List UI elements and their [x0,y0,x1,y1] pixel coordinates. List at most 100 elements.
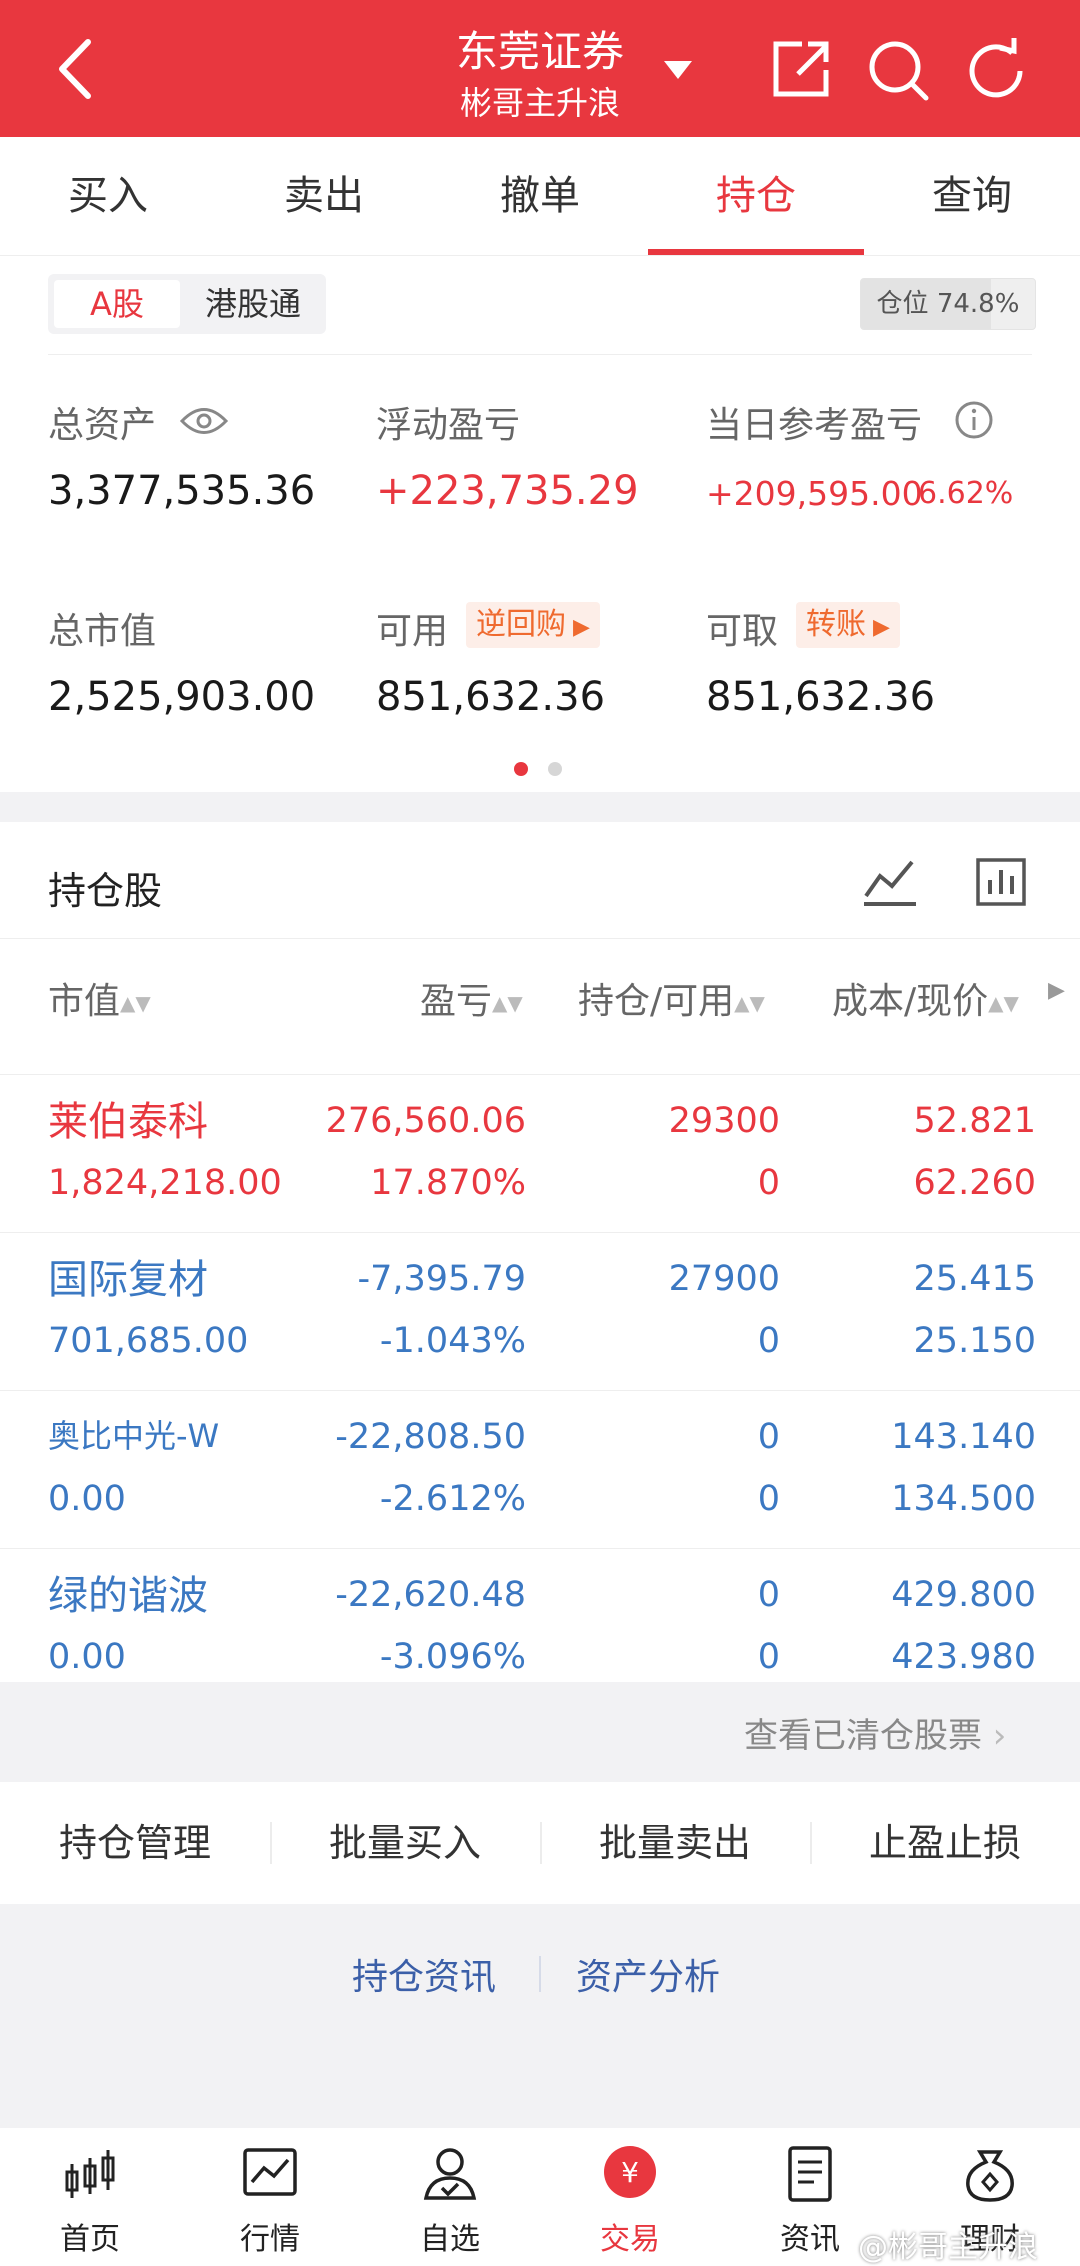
document-icon [788,2146,832,2202]
share-icon[interactable] [768,38,832,102]
position-ratio-badge: 仓位 74.8% [860,278,1036,330]
stock-name: 国际复材 [48,1257,208,1303]
cost-cell: 52.821 [913,1101,1036,1141]
profit-loss-percent-cell: 17.870% [370,1163,526,1203]
cleared-stocks-bar: 查看已清仓股票 › [0,1682,1080,1782]
available-cell: 0 [757,1321,780,1361]
svg-text:¥: ¥ [621,2156,639,2189]
cost-cell: 25.415 [913,1259,1036,1299]
nav-label: 交易 [600,2222,660,2257]
tab-cancel[interactable]: 撤单 [432,137,648,255]
reverse-repo-label: 逆回购 [476,607,566,642]
scroll-right-icon[interactable]: ▶ [1048,978,1065,1003]
manage-holdings-button[interactable]: 持仓管理 [0,1782,270,1904]
column-label: 盈亏 [420,981,493,1022]
column-label: 成本/现价 [832,981,989,1022]
nav-watchlist[interactable]: 自选 [360,2128,540,2266]
market-value-value: 2,525,903.00 [48,674,316,720]
take-profit-stop-loss-button[interactable]: 止盈止损 [810,1782,1080,1904]
profit-loss-cell: -7,395.79 [357,1259,527,1299]
search-icon[interactable] [866,38,932,104]
asset-analysis-link[interactable]: 资产分析 [576,1948,720,2000]
transfer-label: 转账 [806,607,866,642]
divider [0,938,1080,939]
withdrawable-value: 851,632.36 [706,674,936,720]
nav-market[interactable]: 行情 [180,2128,360,2266]
profit-loss-percent-cell: -2.612% [379,1479,526,1519]
candlestick-icon [65,2150,115,2198]
transfer-button[interactable]: 转账 ▶ [796,602,900,648]
market-value-cell: 0.00 [48,1479,126,1519]
table-row[interactable]: 莱伯泰科 1,824,218.00 276,560.06 17.870% 29300 0 5… [0,1074,1080,1233]
position-cell: 0 [757,1417,780,1457]
table-row[interactable]: 奥比中光-W 0.00 -22,808.50 -2.612% 0 0 143.140 134.… [0,1390,1080,1549]
user-check-icon [423,2148,477,2200]
nav-label: 行情 [240,2222,300,2257]
refresh-icon[interactable] [964,38,1030,104]
batch-sell-button[interactable]: 批量卖出 [540,1782,810,1904]
divider [48,354,1032,355]
market-tab-hk-connect[interactable]: 港股通 [188,280,318,328]
profit-loss-cell: 276,560.06 [325,1101,526,1141]
holdings-panel: 持仓股 市值▲▼ 盈亏▲▼ 持仓/可用▲▼ 成本/现价▲▼ ▶ 莱伯泰科 1,82… [0,822,1080,1682]
market-tab-a-share[interactable]: A股 [54,280,180,328]
nav-label: 自选 [420,2222,480,2257]
active-tab-indicator [648,249,864,255]
weibo-watermark: @彬哥主升浪 [858,2230,1038,2265]
tab-holdings[interactable]: 持仓 [648,137,864,255]
withdrawable-label: 可取 [706,611,779,652]
yen-coin-icon: ¥ [604,2146,656,2198]
position-cell: 29300 [668,1101,780,1141]
profit-loss-cell: -22,620.48 [335,1575,526,1615]
available-value: 851,632.36 [376,674,606,720]
eye-icon[interactable] [180,404,228,438]
cleared-stocks-link[interactable]: 查看已清仓股票 › [744,1708,1006,1757]
trend-chart-icon [243,2148,297,2196]
column-profit-loss[interactable]: 盈亏▲▼ [420,972,523,1024]
nav-home[interactable]: 首页 [0,2128,180,2266]
tab-sell[interactable]: 卖出 [216,137,432,255]
tab-query[interactable]: 查询 [864,137,1080,255]
market-value-label: 总市值 [48,611,157,652]
cost-cell: 143.140 [891,1417,1036,1457]
nav-trade[interactable]: ¥ 交易 [540,2128,720,2266]
divider [539,1956,541,1992]
holdings-news-link[interactable]: 持仓资讯 [352,1948,496,2000]
column-position-available[interactable]: 持仓/可用▲▼ [578,972,765,1024]
total-assets-value: 3,377,535.36 [48,468,316,514]
profit-loss-cell: -22,808.50 [335,1417,526,1457]
profit-loss-percent-cell: -1.043% [379,1321,526,1361]
column-market-value[interactable]: 市值▲▼ [48,972,151,1024]
play-triangle-icon: ▶ [566,615,590,640]
dropdown-triangle-icon[interactable] [660,58,696,82]
available-cell: 0 [757,1163,780,1203]
info-icon[interactable] [954,400,994,440]
available-cell: 0 [757,1479,780,1519]
daily-pl-value: +209,595.00 [706,474,923,513]
price-cell: 62.260 [913,1163,1036,1203]
column-label: 市值 [48,981,121,1022]
money-bag-icon [966,2150,1014,2202]
tab-buy[interactable]: 买入 [0,137,216,255]
price-cell: 25.150 [913,1321,1036,1361]
available-cell: 0 [757,1637,780,1677]
batch-buy-button[interactable]: 批量买入 [270,1782,540,1904]
market-value-cell: 0.00 [48,1637,126,1677]
sort-icon: ▲▼ [120,991,151,1015]
stock-name: 绿的谐波 [48,1573,208,1619]
reverse-repo-button[interactable]: 逆回购 ▶ [466,602,600,648]
bar-chart-icon[interactable] [976,856,1026,908]
page-dot-active[interactable] [514,762,528,776]
position-cell: 0 [757,1575,780,1615]
line-chart-icon[interactable] [862,856,918,908]
chevron-right-icon: › [982,1716,1007,1756]
sort-icon: ▲▼ [988,991,1019,1015]
page-dot[interactable] [548,762,562,776]
stock-name: 莱伯泰科 [48,1099,208,1145]
price-cell: 134.500 [891,1479,1036,1519]
table-row[interactable]: 国际复材 701,685.00 -7,395.79 -1.043% 27900 0 25.4… [0,1232,1080,1391]
position-cell: 27900 [668,1259,780,1299]
column-cost-price[interactable]: 成本/现价▲▼ [832,972,1019,1024]
stock-name: 奥比中光-W [48,1417,220,1455]
account-summary: A股 港股通 仓位 74.8% 总资产 3,377,535.36 浮动盈亏 +2… [0,256,1080,792]
